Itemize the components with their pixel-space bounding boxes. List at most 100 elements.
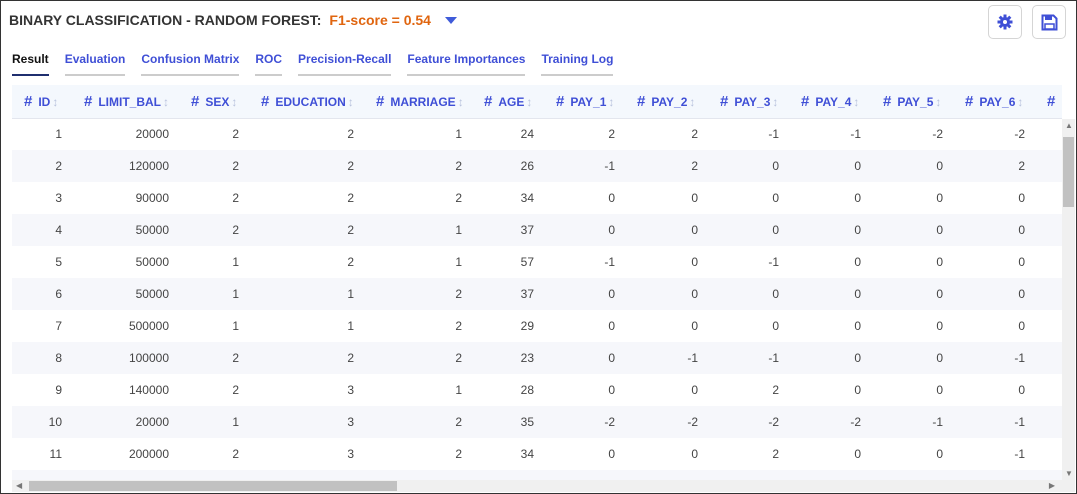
sort-icon[interactable]: ↕ — [853, 95, 859, 109]
table-cell — [1035, 406, 1062, 438]
table-cell — [708, 470, 789, 480]
table-cell: 0 — [608, 319, 615, 333]
chevron-down-icon[interactable] — [444, 16, 457, 24]
sort-icon[interactable]: ↕ — [772, 95, 778, 109]
tab-confusion-matrix[interactable]: Confusion Matrix — [141, 52, 240, 76]
column-header-limit_bal[interactable]: # LIMIT_BAL ↕ — [72, 85, 179, 119]
table-cell: -1 — [871, 406, 953, 438]
table-row[interactable]: 10 20000 1 3 2 35 -2 -2 -2 -2 -1 -1 — [12, 406, 1062, 438]
numeric-type-icon: # — [376, 92, 385, 110]
column-header-pay_4[interactable]: # PAY_4 ↕ — [789, 85, 871, 119]
table-row[interactable]: 8 100000 2 2 2 23 0 -1 -1 0 0 -1 — [12, 342, 1062, 374]
table-cell: -1 — [953, 406, 1035, 438]
sort-icon[interactable]: ↕ — [935, 95, 941, 109]
save-button[interactable] — [1032, 5, 1066, 39]
table-cell — [1035, 214, 1062, 246]
sort-icon[interactable]: ↕ — [163, 95, 169, 109]
table-cell: 2 — [364, 150, 472, 182]
column-label: MARRIAGE — [390, 94, 456, 109]
table-row[interactable]: 1 20000 2 2 1 24 2 2 -1 -1 -2 -2 — [12, 118, 1062, 150]
tab-evaluation[interactable]: Evaluation — [64, 52, 126, 76]
table-row[interactable]: 9 140000 2 3 1 28 0 0 2 0 0 0 — [12, 374, 1062, 406]
sort-icon[interactable]: ↕ — [348, 95, 354, 109]
column-header-education[interactable]: # EDUCATION ↕ — [249, 85, 364, 119]
sort-icon[interactable]: ↕ — [526, 95, 532, 109]
table-cell: 2 — [608, 127, 615, 142]
scrollbar-thumb[interactable] — [1063, 137, 1074, 207]
column-header-pay_1[interactable]: # PAY_1 ↕ — [544, 85, 625, 119]
table-row[interactable]: 2 120000 2 2 2 26 -1 2 0 0 0 2 — [12, 150, 1062, 182]
column-label: BI — [1061, 95, 1062, 109]
column-header-pay_6[interactable]: # PAY_6 ↕ — [953, 85, 1035, 119]
scrollbar-thumb[interactable] — [29, 481, 397, 491]
table-cell: 2 — [625, 150, 708, 182]
column-label: EDUCATION — [275, 94, 346, 109]
column-header-bi[interactable]: # BI — [1035, 85, 1062, 119]
tab-precision-recall[interactable]: Precision-Recall — [298, 52, 392, 76]
numeric-type-icon: # — [637, 92, 646, 110]
sort-icon[interactable]: ↕ — [231, 95, 237, 109]
table-cell — [544, 470, 625, 480]
table-cell: 4 — [12, 214, 72, 246]
table-cell: 0 — [936, 255, 943, 269]
sort-icon[interactable]: ↕ — [1017, 95, 1023, 109]
table-row[interactable]: 7 500000 1 1 2 29 0 0 0 0 0 0 — [12, 310, 1062, 342]
column-label: PAY_6 — [979, 94, 1016, 109]
table-cell — [472, 470, 544, 480]
title-text: BINARY CLASSIFICATION - RANDOM FOREST: — [9, 12, 322, 28]
tab-training-log[interactable]: Training Log — [541, 52, 614, 76]
table-cell: -1 — [1014, 447, 1025, 461]
sort-icon[interactable]: ↕ — [689, 95, 695, 109]
table-row[interactable] — [12, 470, 1062, 480]
table-cell: 0 — [854, 191, 861, 205]
table-cell: 2 — [232, 191, 239, 205]
column-header-pay_3[interactable]: # PAY_3 ↕ — [708, 85, 789, 119]
table-cell — [1035, 118, 1062, 150]
table-cell — [1035, 246, 1062, 278]
tab-bar: Result Evaluation Confusion Matrix ROC Preci… — [12, 52, 614, 76]
table-cell: 37 — [472, 214, 544, 246]
table-cell — [1035, 438, 1062, 470]
column-label: LIMIT_BAL — [98, 94, 162, 109]
table-cell: 57 — [520, 255, 534, 269]
sort-icon[interactable]: ↕ — [608, 95, 614, 109]
table-cell: 8 — [12, 342, 72, 374]
column-header-pay_5[interactable]: # PAY_5 ↕ — [871, 85, 953, 119]
vertical-scrollbar[interactable]: ▲ ▼ — [1062, 119, 1075, 480]
table-row[interactable]: 3 90000 2 2 2 34 0 0 0 0 0 0 — [12, 182, 1062, 214]
column-label: PAY_4 — [815, 94, 852, 109]
tab-feature-importances[interactable]: Feature Importances — [407, 52, 526, 76]
table-cell: 2 — [12, 150, 72, 182]
column-header-marriage[interactable]: # MARRIAGE ↕ — [364, 85, 472, 119]
column-header-sex[interactable]: # SEX ↕ — [179, 85, 249, 119]
column-label: PAY_3 — [734, 94, 771, 109]
table-cell: 50000 — [72, 214, 179, 246]
sort-icon[interactable]: ↕ — [458, 95, 464, 109]
table-cell: 2 — [179, 342, 249, 374]
column-header-age[interactable]: # AGE ↕ — [472, 85, 544, 119]
sort-icon[interactable]: ↕ — [52, 95, 58, 109]
table-row[interactable]: 4 50000 2 2 1 37 0 0 0 0 0 0 — [12, 214, 1062, 246]
table-row[interactable]: 6 50000 1 1 2 37 0 0 0 0 0 0 — [12, 278, 1062, 310]
table-cell: -1 — [850, 127, 861, 142]
table-cell: 0 — [953, 214, 1035, 246]
tab-result[interactable]: Result — [12, 52, 49, 76]
table-cell: 2 — [249, 214, 364, 246]
table-cell — [1035, 470, 1062, 480]
table-row[interactable]: 11 200000 2 3 2 34 0 0 2 0 0 -1 — [12, 438, 1062, 470]
column-header-id[interactable]: # ID ↕ — [12, 85, 72, 119]
table-cell: 0 — [936, 319, 943, 333]
horizontal-scrollbar[interactable]: ◀ ▶ — [12, 480, 1075, 492]
table-row[interactable]: 5 50000 1 2 1 57 -1 0 -1 0 0 0 — [12, 246, 1062, 278]
table-cell: 1 — [455, 127, 462, 142]
tab-roc[interactable]: ROC — [255, 52, 283, 76]
settings-button[interactable] — [988, 5, 1022, 39]
table-cell — [1035, 342, 1062, 374]
column-header-pay_2[interactable]: # PAY_2 ↕ — [625, 85, 708, 119]
table-cell: 2 — [249, 342, 364, 374]
table-cell: 34 — [520, 191, 534, 205]
table-cell: 2 — [455, 447, 462, 461]
table-cell — [12, 470, 72, 480]
table-cell — [1035, 278, 1062, 310]
table-cell: 0 — [625, 278, 708, 310]
